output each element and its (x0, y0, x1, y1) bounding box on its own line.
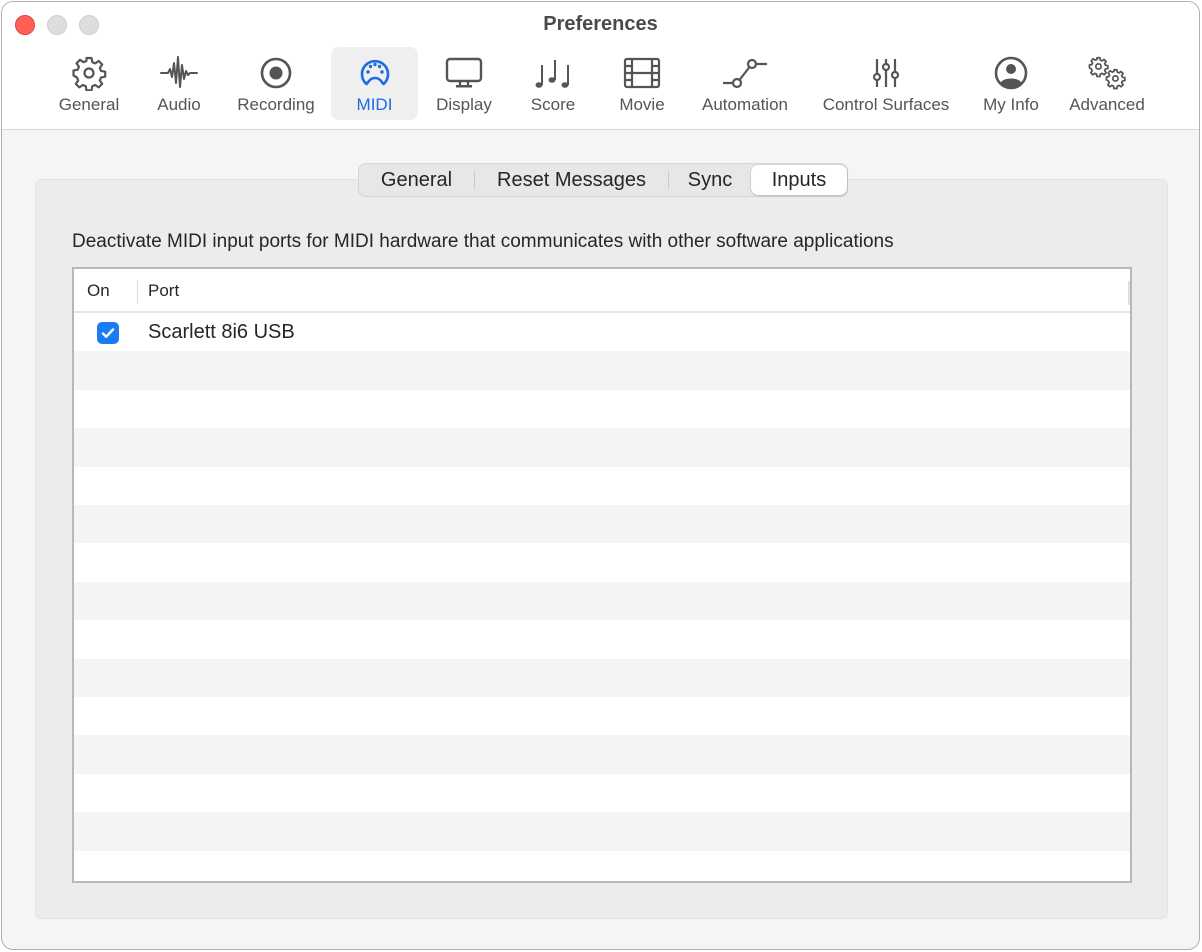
empty-row (74, 774, 1130, 812)
empty-row (74, 658, 1130, 697)
column-divider (137, 280, 138, 304)
empty-row (74, 543, 1130, 581)
record-icon (258, 53, 294, 93)
tab-reset-messages[interactable]: Reset Messages (475, 165, 668, 195)
toolbar-item-label: Control Surfaces (822, 95, 950, 114)
toolbar-item-label: MIDI (356, 95, 393, 114)
toolbar-item-label: Recording (237, 95, 315, 114)
column-header-on[interactable]: On (87, 269, 110, 313)
toolbar-item-movie[interactable]: Movie (608, 47, 676, 120)
column-header-port[interactable]: Port (148, 269, 179, 313)
toolbar-item-midi[interactable]: MIDI (331, 47, 418, 120)
empty-row (74, 581, 1130, 621)
toolbar-item-control-surfaces[interactable]: Control Surfaces (812, 47, 960, 120)
empty-row (74, 851, 1130, 881)
empty-row (74, 390, 1130, 428)
preferences-window: Preferences General Audio Recording MIDI… (1, 1, 1200, 950)
monitor-icon (444, 53, 484, 93)
toolbar-item-label: Display (436, 95, 492, 114)
person-circle-icon (993, 53, 1029, 93)
table-row[interactable]: Scarlett 8i6 USB (74, 313, 1130, 351)
empty-row (74, 735, 1130, 774)
toolbar-item-display[interactable]: Display (426, 47, 502, 120)
sliders-icon (868, 53, 904, 93)
toolbar-item-label: Movie (619, 95, 665, 114)
music-notes-icon (533, 53, 573, 93)
table-body: Scarlett 8i6 USB (74, 313, 1130, 881)
empty-row (74, 428, 1130, 467)
toolbar-item-label: General (58, 95, 120, 114)
window-title: Preferences (543, 13, 658, 35)
toolbar-item-general[interactable]: General (52, 47, 126, 120)
header-scroll-divider (1128, 281, 1130, 305)
empty-row (74, 351, 1130, 390)
film-icon (623, 53, 661, 93)
toolbar-item-label: Audio (157, 95, 201, 114)
table-header: On Port (74, 269, 1130, 313)
waveform-icon (159, 53, 199, 93)
toolbar-item-label: Advanced (1069, 95, 1145, 114)
midi-tab-control: General Reset Messages Sync Inputs (358, 163, 848, 197)
gears-icon (1085, 53, 1129, 93)
toolbar-item-audio[interactable]: Audio (144, 47, 214, 120)
toolbar-item-automation[interactable]: Automation (694, 47, 796, 120)
toolbar-item-score[interactable]: Score (520, 47, 586, 120)
preferences-toolbar: General Audio Recording MIDI Display Sco… (2, 47, 1199, 121)
empty-row (74, 697, 1130, 735)
toolbar-item-advanced[interactable]: Advanced (1062, 47, 1152, 120)
gear-icon (71, 53, 107, 93)
empty-row (74, 812, 1130, 851)
inputs-description: Deactivate MIDI input ports for MIDI har… (72, 231, 894, 252)
port-enabled-checkbox[interactable] (97, 322, 119, 344)
empty-row (74, 467, 1130, 505)
toolbar-item-label: Score (530, 95, 576, 114)
empty-row (74, 620, 1130, 658)
tab-sync[interactable]: Sync (669, 165, 751, 195)
automation-curve-icon (721, 53, 769, 93)
port-name: Scarlett 8i6 USB (148, 321, 295, 343)
title-bar: Preferences General Audio Recording MIDI… (2, 2, 1199, 130)
toolbar-item-label: Automation (702, 95, 788, 114)
checkmark-icon (101, 328, 115, 338)
toolbar-item-my-info[interactable]: My Info (974, 47, 1048, 120)
toolbar-item-label: My Info (983, 95, 1039, 114)
toolbar-item-recording[interactable]: Recording (230, 47, 322, 120)
tab-inputs[interactable]: Inputs (751, 165, 847, 195)
midi-connector-icon (357, 53, 393, 93)
empty-row (74, 505, 1130, 544)
tab-general[interactable]: General (359, 165, 474, 195)
midi-inputs-table: On Port Scarlett 8i6 USB (72, 267, 1132, 883)
